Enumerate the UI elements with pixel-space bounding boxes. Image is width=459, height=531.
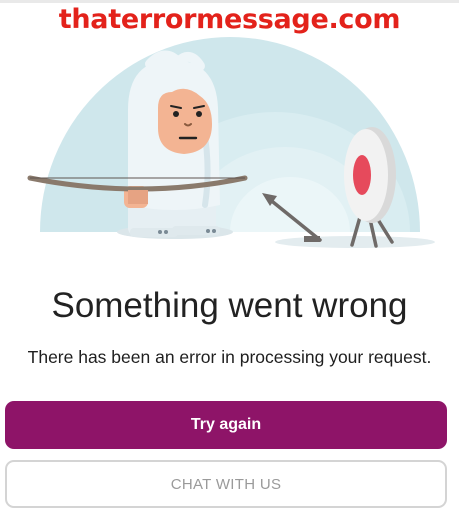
yeti-eye-left bbox=[173, 111, 179, 117]
chat-with-us-label: CHAT WITH US bbox=[170, 475, 282, 493]
yeti-archer-illustration bbox=[0, 0, 459, 260]
watermark: thaterrormessage.com bbox=[58, 4, 401, 35]
target-bullseye bbox=[353, 155, 371, 195]
error-message: There has been an error in processing yo… bbox=[27, 347, 432, 367]
chat-with-us-button[interactable]: CHAT WITH US bbox=[5, 460, 447, 508]
try-again-button[interactable]: Try again bbox=[5, 401, 447, 449]
try-again-label: Try again bbox=[190, 416, 262, 433]
yeti-eye-right bbox=[196, 111, 202, 117]
yeti-foot-left bbox=[130, 228, 178, 237]
top-bar bbox=[0, 0, 459, 3]
error-title: Something went wrong bbox=[51, 286, 408, 325]
